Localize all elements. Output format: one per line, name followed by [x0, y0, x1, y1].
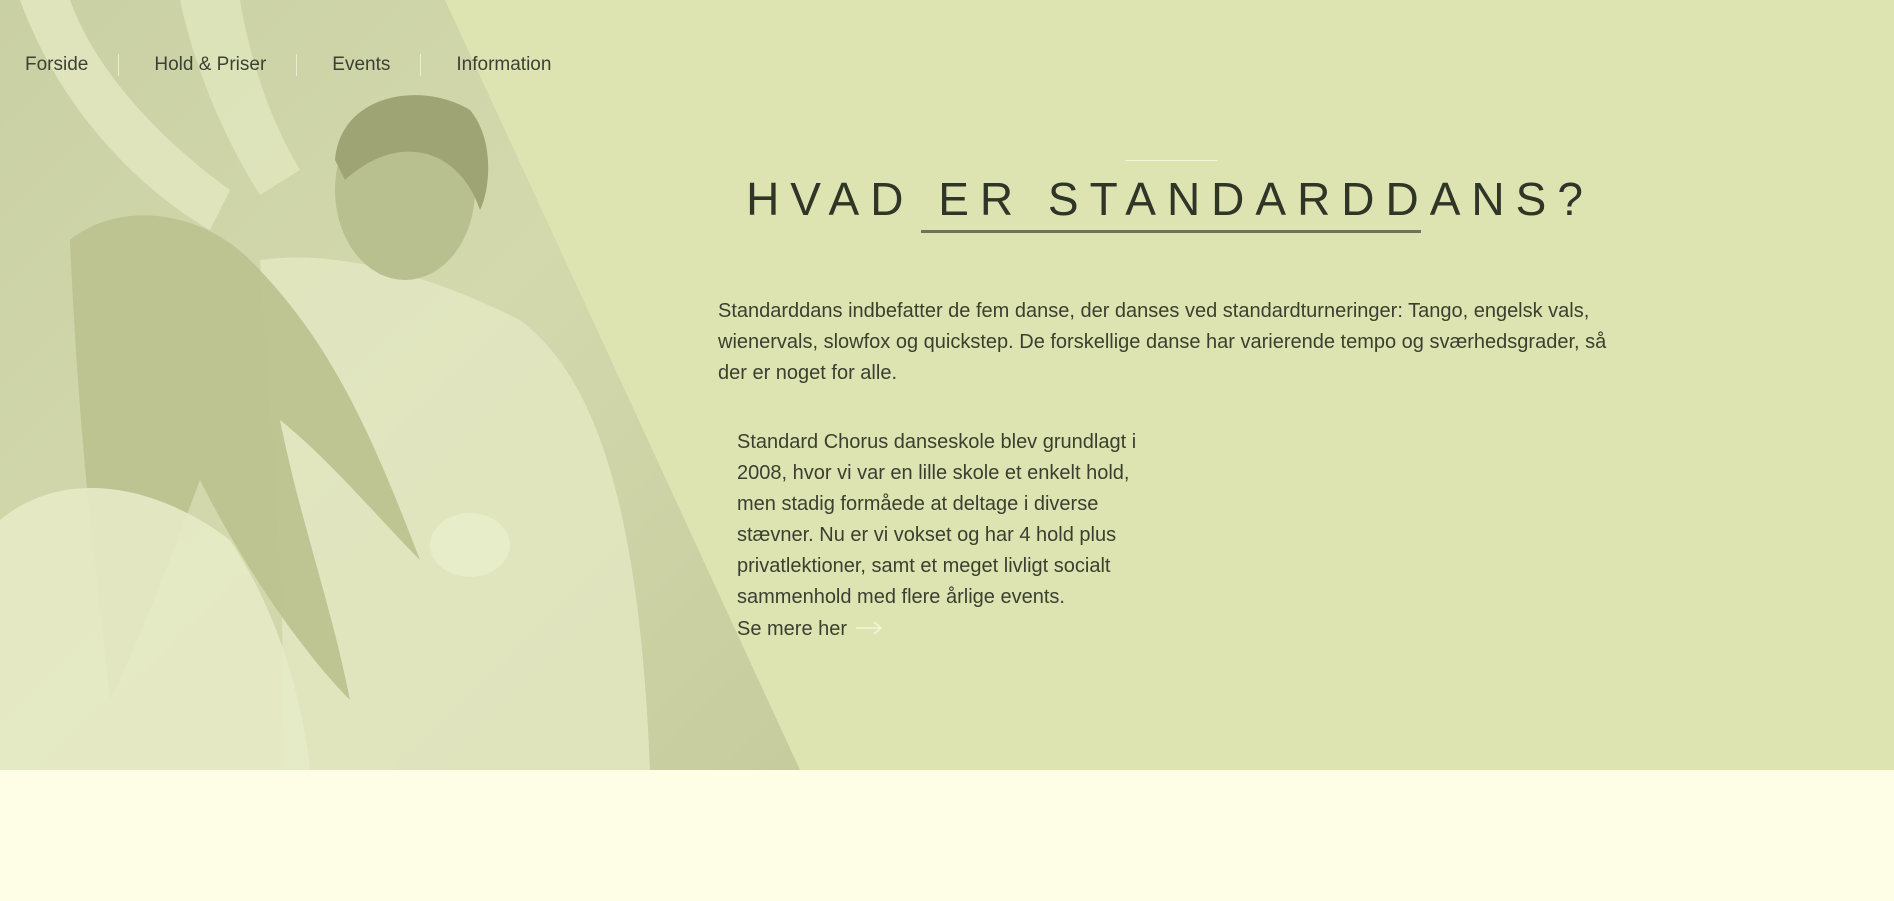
dancing-couple-photo	[0, 0, 800, 770]
nav-divider	[420, 54, 422, 76]
page-title: HVAD ER STANDARDDANS?	[746, 173, 1594, 225]
main-nav: Forside Hold & Priser Events Information	[0, 52, 581, 78]
nav-divider	[296, 54, 298, 76]
about-line: men stadig formåede at deltage i diverse	[737, 493, 1099, 515]
about-paragraph: Standard Chorus danseskole blev grundlag…	[737, 427, 1157, 613]
heading-block: HVAD ER STANDARDDANS?	[700, 155, 1640, 233]
arrow-right-icon	[855, 614, 883, 645]
nav-divider	[118, 54, 120, 76]
about-line: Standard Chorus danseskole blev grundlag…	[737, 431, 1137, 453]
nav-item-events[interactable]: Events	[307, 52, 420, 78]
hero-section: Forside Hold & Priser Events Information…	[0, 0, 1894, 770]
about-line: privatlektioner, samt et meget livligt s…	[737, 555, 1111, 577]
about-line: sammenhold med flere årlige events.	[737, 586, 1065, 608]
see-more-link[interactable]: Se mere her	[737, 614, 883, 645]
lower-section	[0, 770, 1894, 901]
nav-item-forside[interactable]: Forside	[0, 52, 118, 78]
heading-underline	[921, 230, 1421, 233]
nav-item-information[interactable]: Information	[431, 52, 581, 78]
see-more-label: Se mere her	[737, 618, 848, 640]
nav-item-hold-priser[interactable]: Hold & Priser	[129, 52, 296, 78]
about-line: 2008, hvor vi var en lille skole et enke…	[737, 462, 1130, 484]
intro-paragraph: Standarddans indbefatter de fem danse, d…	[718, 300, 1607, 384]
heading-top-accent-line	[1125, 160, 1217, 161]
about-line: stævner. Nu er vi vokset og har 4 hold p…	[737, 524, 1117, 546]
